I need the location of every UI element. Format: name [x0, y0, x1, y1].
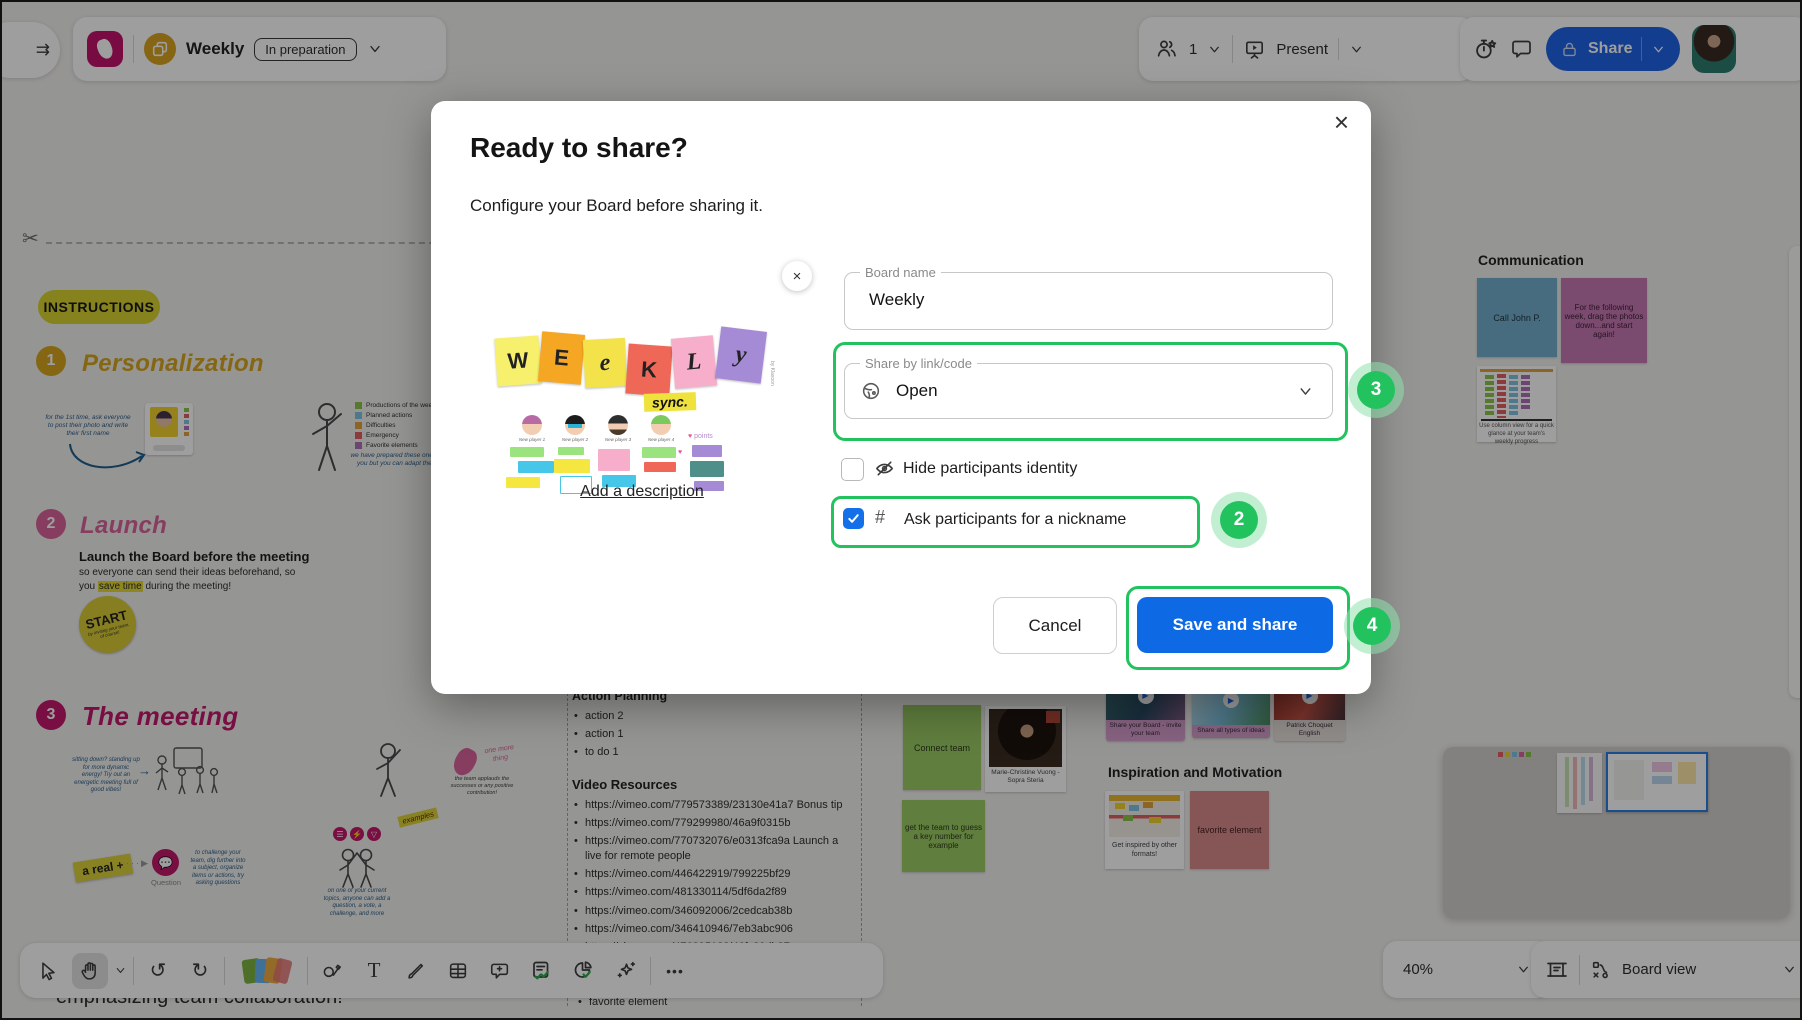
- board-name-field[interactable]: Board name Weekly: [844, 272, 1333, 330]
- player-caption: New player 2: [553, 437, 597, 442]
- by-klaxoon-credit: by Klaxoon: [769, 361, 775, 386]
- hash-icon: #: [875, 507, 885, 528]
- nickname-label[interactable]: Ask participants for a nickname: [904, 511, 1126, 529]
- dialog-close-button[interactable]: ×: [1334, 109, 1349, 135]
- dialog-subtitle: Configure your Board before sharing it.: [470, 196, 763, 216]
- add-description-link[interactable]: Add a description: [492, 483, 792, 501]
- player-avatar-2: [565, 415, 585, 435]
- points-label: ♥ points: [688, 433, 713, 440]
- annotation-step-2: 2: [1220, 501, 1258, 539]
- save-and-share-button[interactable]: Save and share: [1137, 597, 1333, 653]
- heart-icon: ♥: [678, 449, 682, 456]
- annotation-step-4: 4: [1353, 607, 1391, 645]
- letter-tile: e: [583, 338, 627, 388]
- letter-tile: L: [671, 335, 717, 388]
- player-avatar-3: [608, 415, 628, 435]
- board-preview: × W E e K L y sync. by Klaxoon New playe…: [492, 251, 794, 521]
- share-mode-label: Share by link/code: [860, 356, 977, 371]
- sync-chip: sync.: [644, 392, 696, 412]
- dialog-title: Ready to share?: [470, 132, 688, 164]
- share-dialog: × Ready to share? Configure your Board b…: [431, 101, 1371, 694]
- app-window: ✂ INSTRUCTIONS 1 Personalization for the…: [0, 0, 1802, 1020]
- share-mode-select[interactable]: Share by link/code Open: [844, 363, 1333, 419]
- cancel-button[interactable]: Cancel: [993, 597, 1117, 654]
- globe-icon: [860, 380, 882, 402]
- annotation-step-3: 3: [1357, 371, 1395, 409]
- letter-tile: K: [625, 344, 672, 397]
- eye-off-icon: [874, 458, 895, 479]
- select-chevron-icon[interactable]: [1297, 383, 1314, 400]
- board-preview-image: W E e K L y sync. by Klaxoon New player …: [492, 301, 792, 476]
- letter-tile: y: [715, 326, 767, 383]
- player-avatar-4: [651, 415, 671, 435]
- board-name-label: Board name: [860, 265, 941, 280]
- remove-preview-button[interactable]: ×: [782, 261, 812, 291]
- hide-identity-label[interactable]: Hide participants identity: [903, 460, 1077, 478]
- letter-tile: W: [494, 336, 541, 387]
- nickname-checkbox-checked[interactable]: [843, 508, 864, 529]
- hide-identity-checkbox[interactable]: [841, 458, 864, 481]
- share-mode-value: Open: [896, 381, 938, 401]
- letter-tile: E: [538, 331, 585, 385]
- player-caption: New player 1: [510, 437, 554, 442]
- player-avatar-1: [522, 415, 542, 435]
- player-caption: New player 3: [596, 437, 640, 442]
- player-caption: New player 4: [639, 437, 683, 442]
